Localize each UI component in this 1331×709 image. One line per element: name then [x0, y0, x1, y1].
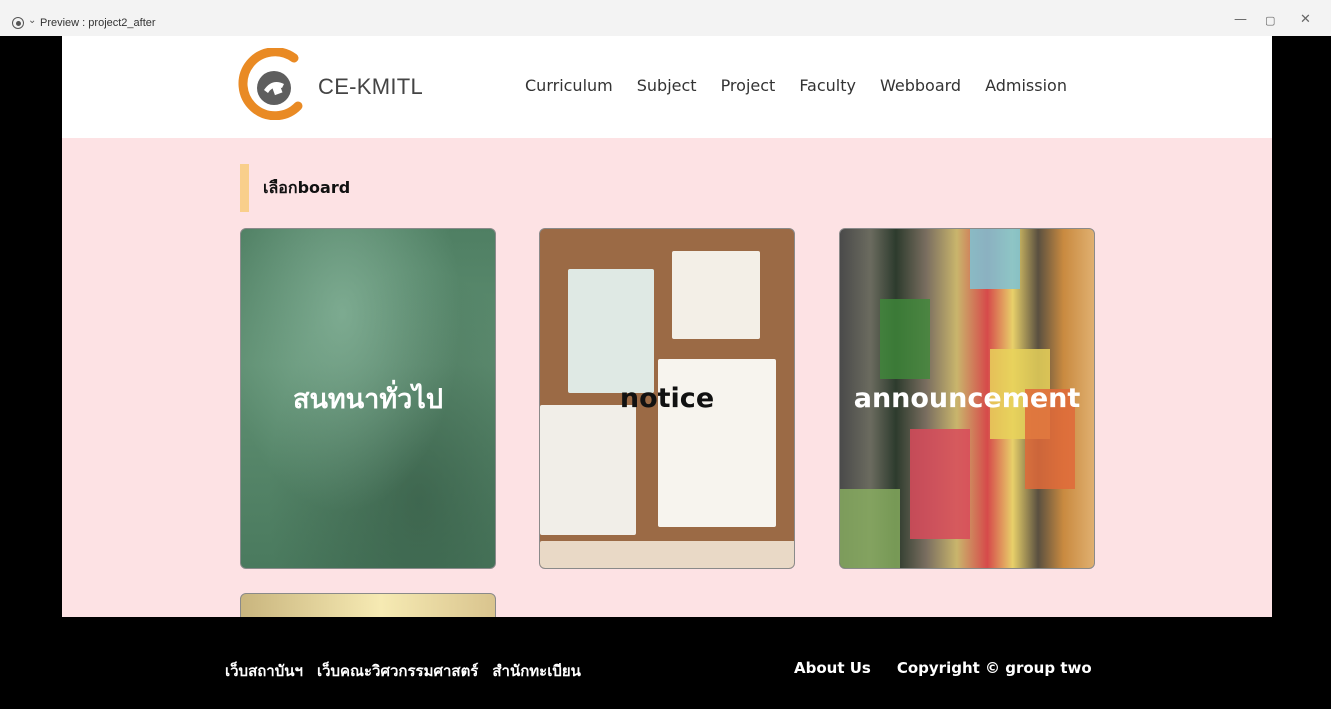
close-icon[interactable]: ✕ [1300, 12, 1311, 27]
maximize-icon[interactable]: ▢ [1265, 14, 1275, 27]
poster [970, 229, 1020, 289]
frame-bottom [540, 541, 794, 568]
ce-kmitl-logo-icon[interactable] [236, 48, 308, 120]
site-header: CE-KMITL Curriculum Subject Project Facu… [62, 36, 1272, 138]
minimize-icon[interactable]: — [1234, 12, 1247, 27]
board-label-announcement: announcement [853, 383, 1081, 414]
footer-right: About Us Copyright © group two [794, 659, 1092, 677]
window-titlebar: ⌄ Preview : project2_after — ▢ ✕ [0, 0, 1331, 36]
footer-copyright: Copyright © group two [896, 659, 1092, 677]
section-title: เลือกboard [240, 164, 350, 212]
board-label-notice: notice [619, 383, 715, 414]
nav-curriculum[interactable]: Curriculum [525, 76, 613, 95]
nav-project[interactable]: Project [721, 76, 776, 95]
nav-webboard[interactable]: Webboard [880, 76, 961, 95]
poster [880, 299, 930, 379]
footer-link-engineering[interactable]: เว็บคณะวิศวกรรมศาสตร์ [317, 659, 478, 683]
poster [910, 429, 970, 539]
brand-name[interactable]: CE-KMITL [318, 74, 423, 100]
footer-link-registrar[interactable]: สำนักทะเบียน [492, 659, 581, 683]
footer-link-institute[interactable]: เว็บสถาบันฯ [225, 659, 303, 683]
footer-about-link[interactable]: About Us [794, 659, 871, 677]
footer-links: เว็บสถาบันฯ เว็บคณะวิศวกรรมศาสตร์ สำนักท… [225, 659, 581, 683]
nav-faculty[interactable]: Faculty [799, 76, 856, 95]
board-card-notice[interactable]: notice [539, 228, 795, 569]
site-footer: เว็บสถาบันฯ เว็บคณะวิศวกรรมศาสตร์ สำนักท… [62, 617, 1272, 709]
note-paper [672, 251, 760, 339]
board-card-announcement[interactable]: announcement [839, 228, 1095, 569]
board-label-general: สนทนาทั่วไป [292, 384, 444, 415]
page: CE-KMITL Curriculum Subject Project Facu… [62, 36, 1272, 709]
poster [840, 489, 900, 568]
note-paper [540, 405, 636, 535]
board-card-general[interactable]: สนทนาทั่วไป [240, 228, 496, 569]
record-icon[interactable] [12, 17, 24, 29]
nav-subject[interactable]: Subject [637, 76, 697, 95]
nav-admission[interactable]: Admission [985, 76, 1067, 95]
main-nav: Curriculum Subject Project Faculty Webbo… [525, 76, 1067, 95]
window-title: Preview : project2_after [40, 17, 156, 29]
note-paper [568, 269, 654, 393]
chevron-down-icon[interactable]: ⌄ [28, 15, 36, 26]
